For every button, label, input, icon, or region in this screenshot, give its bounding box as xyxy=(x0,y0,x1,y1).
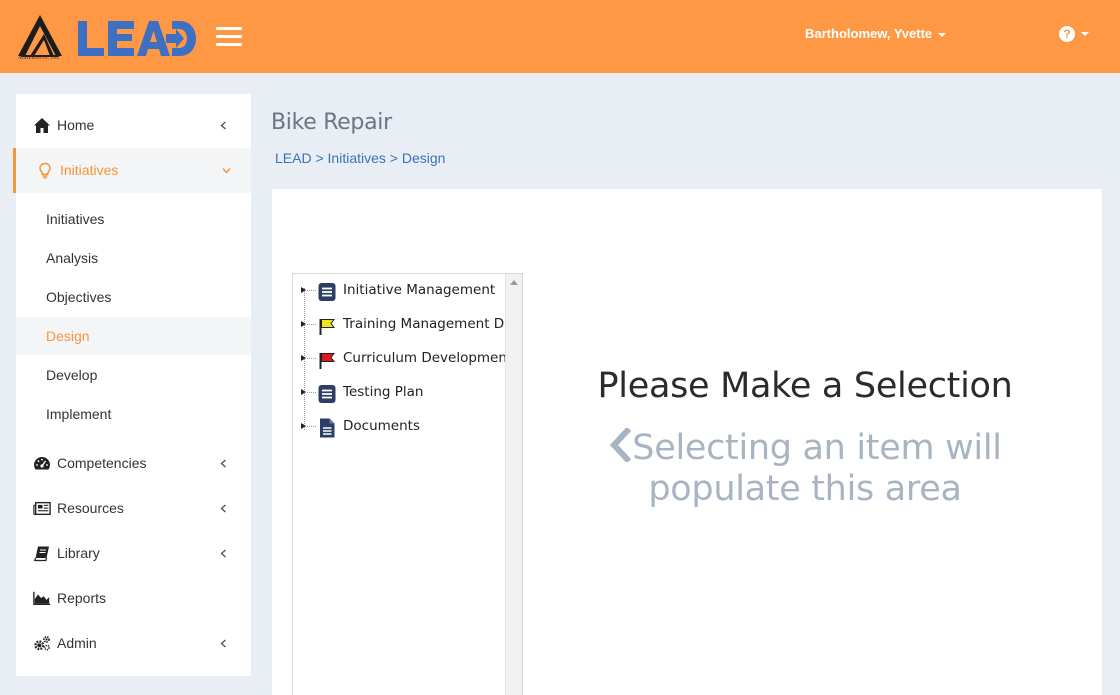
lightbulb-icon xyxy=(39,162,51,179)
sidebar-item-initiatives[interactable]: Initiatives xyxy=(13,148,251,193)
sidebar-subitem-label: Develop xyxy=(46,367,98,383)
chevron-left-icon xyxy=(220,121,226,130)
hamburger-menu-button[interactable] xyxy=(216,27,242,47)
sidebar-item-home[interactable]: Home xyxy=(16,103,251,148)
breadcrumb-link-initiatives[interactable]: Initiatives xyxy=(328,150,386,166)
sidebar-subitem-analysis[interactable]: Analysis xyxy=(16,239,251,277)
sidebar-nav: Home Initiatives Initiatives Analysis Ob… xyxy=(13,94,251,676)
page-title: Bike Repair xyxy=(271,110,392,135)
hamburger-line xyxy=(216,35,242,38)
tree-panel: Initiative Management Training Managemen… xyxy=(292,273,523,695)
yellow-flag-icon xyxy=(319,319,335,335)
hamburger-line xyxy=(216,43,242,46)
tree-connector xyxy=(307,358,316,359)
tree-scrollbar[interactable] xyxy=(505,274,522,695)
tree-node-label: Curriculum Development xyxy=(343,350,513,366)
sidebar-item-label: Library xyxy=(57,545,100,561)
caret-down-icon xyxy=(1081,31,1089,36)
placeholder-title: Please Make a Selection xyxy=(597,366,1013,406)
sidebar-subitem-label: Implement xyxy=(46,406,112,422)
tree-node-training-management-doc[interactable]: Training Management Doc xyxy=(293,309,520,339)
sidebar-subitem-initiatives[interactable]: Initiatives xyxy=(16,200,251,238)
area-chart-icon xyxy=(33,591,51,606)
tree-node-testing-plan[interactable]: Testing Plan xyxy=(293,377,505,407)
chevron-left-icon xyxy=(220,639,226,648)
placeholder-subtitle: Selecting an item will populate this are… xyxy=(540,428,1070,510)
tree-node-initiative-management[interactable]: Initiative Management xyxy=(293,275,505,305)
sidebar-item-label: Home xyxy=(57,117,95,133)
dashboard-icon xyxy=(34,457,50,470)
expand-arrow-icon[interactable] xyxy=(301,355,306,361)
sidebar-item-competencies[interactable]: Competencies xyxy=(16,441,251,486)
chevron-left-icon xyxy=(220,549,226,558)
sidebar-item-resources[interactable]: Resources xyxy=(16,486,251,531)
tree-node-label: Documents xyxy=(343,418,420,434)
chevron-left-icon xyxy=(610,428,632,462)
breadcrumb-link-lead[interactable]: LEAD xyxy=(275,150,312,166)
sidebar-item-library[interactable]: Library xyxy=(16,531,251,576)
sidebar-subitem-label: Initiatives xyxy=(46,211,105,227)
tree-node-curriculum-development[interactable]: Curriculum Development xyxy=(293,343,512,373)
user-menu-dropdown[interactable]: Bartholomew, Yvette xyxy=(805,26,947,41)
sidebar-subitem-label: Design xyxy=(46,328,90,344)
sidebar-item-label: Admin xyxy=(57,635,97,651)
sidebar-item-label: Initiatives xyxy=(60,162,119,178)
tree-node-documents[interactable]: Documents xyxy=(293,411,505,441)
tree-node-label: Training Management Doc xyxy=(343,316,520,332)
top-header: AIMERSION, INC Bartholomew, Yvette ? xyxy=(0,0,1120,73)
tree-connector xyxy=(307,426,316,427)
chevron-left-icon xyxy=(220,459,226,468)
sidebar-item-reports[interactable]: Reports xyxy=(16,576,251,621)
scroll-up-arrow-icon[interactable] xyxy=(510,280,518,285)
sidebar-item-label: Competencies xyxy=(57,455,147,471)
list-icon xyxy=(318,385,336,403)
chevron-down-icon xyxy=(222,168,231,174)
chevron-left-icon xyxy=(220,504,226,513)
sidebar-subitem-objectives[interactable]: Objectives xyxy=(16,278,251,316)
sidebar-subitem-label: Analysis xyxy=(46,250,99,266)
list-icon xyxy=(318,283,336,301)
help-menu-dropdown[interactable]: ? xyxy=(1059,25,1089,43)
document-icon xyxy=(320,418,335,438)
hamburger-line xyxy=(216,27,242,30)
placeholder-subtitle-line2: populate this area xyxy=(648,469,962,509)
caret-down-icon xyxy=(938,32,947,37)
breadcrumb: LEAD > Initiatives > Design xyxy=(275,150,445,166)
sidebar-item-admin[interactable]: Admin xyxy=(16,621,251,666)
breadcrumb-link-design[interactable]: Design xyxy=(402,150,446,166)
expand-arrow-icon[interactable] xyxy=(301,287,306,293)
expand-arrow-icon[interactable] xyxy=(301,423,306,429)
breadcrumb-separator: > xyxy=(389,150,402,166)
gears-icon xyxy=(34,636,50,651)
user-name: Bartholomew, Yvette xyxy=(805,26,933,41)
newspaper-icon xyxy=(33,501,51,516)
expand-arrow-icon[interactable] xyxy=(301,389,306,395)
sidebar-subitem-implement[interactable]: Implement xyxy=(16,395,251,433)
sidebar-item-label: Reports xyxy=(57,590,107,606)
sidebar-subitem-label: Objectives xyxy=(46,289,112,305)
book-icon xyxy=(33,546,49,562)
sidebar-subitem-design[interactable]: Design xyxy=(16,317,251,355)
tree-node-label: Testing Plan xyxy=(343,384,424,400)
breadcrumb-separator: > xyxy=(315,150,328,166)
expand-arrow-icon[interactable] xyxy=(301,321,306,327)
tree-connector xyxy=(307,324,316,325)
tree-connector xyxy=(307,392,316,393)
placeholder-subtitle-line1: Selecting an item will xyxy=(632,428,1002,468)
sidebar-subitem-develop[interactable]: Develop xyxy=(16,356,251,394)
question-circle-icon: ? xyxy=(1059,25,1075,42)
tree-connector xyxy=(307,290,316,291)
sidebar-item-label: Resources xyxy=(57,500,124,516)
tree-node-label: Initiative Management xyxy=(343,282,496,298)
home-icon xyxy=(34,118,50,133)
red-flag-icon xyxy=(319,353,335,369)
logo-company-name: AIMERSION, INC xyxy=(18,56,60,61)
